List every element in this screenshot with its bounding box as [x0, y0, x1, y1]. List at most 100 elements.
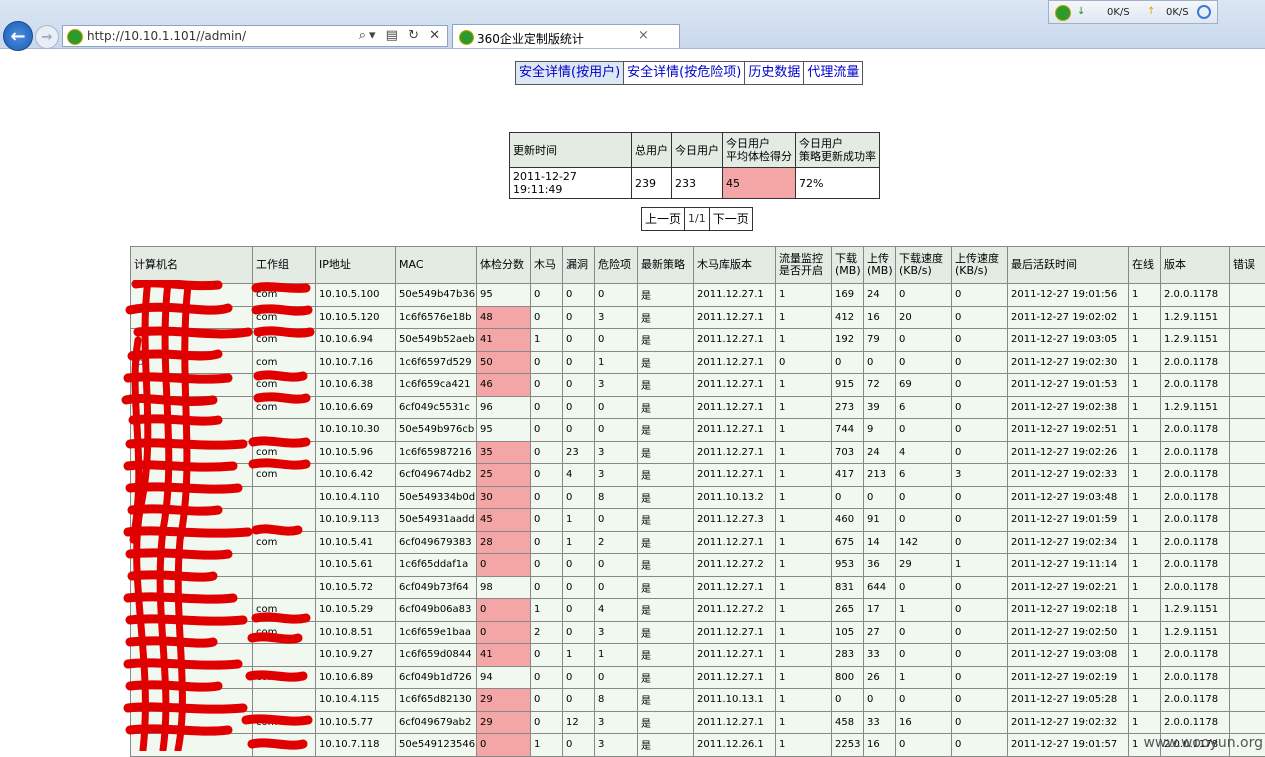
table-row[interactable]: com10.10.5.416cf04967938328012是2011.12.2… — [131, 531, 1265, 554]
table-cell: 25 — [477, 464, 531, 487]
table-cell[interactable] — [131, 531, 253, 554]
table-cell: 0 — [952, 329, 1008, 352]
table-cell: 1 — [1129, 531, 1161, 554]
table-cell[interactable] — [131, 711, 253, 734]
table-cell: 1 — [1129, 284, 1161, 307]
table-cell: 是 — [638, 734, 694, 757]
network-speed-widget[interactable]: ↓ 0K/S ↑ 0K/S — [1048, 0, 1218, 24]
table-cell: 50 — [477, 351, 531, 374]
address-bar[interactable]: http://10.10.1.101//admin/ ⌕▾ ▤ ↻ ✕ — [62, 25, 448, 47]
table-row[interactable]: 10.10.9.271c6f659d084441011是2011.12.27.1… — [131, 644, 1265, 667]
table-row[interactable]: 10.10.4.1151c6f65d8213029008是2011.10.13.… — [131, 689, 1265, 712]
table-row[interactable]: com10.10.5.1201c6f6576e18b48003是2011.12.… — [131, 306, 1265, 329]
table-cell: 1 — [1129, 441, 1161, 464]
nav-proxy-traffic[interactable]: 代理流量 — [804, 62, 862, 84]
address-url[interactable]: http://10.10.1.101//admin/ — [87, 29, 246, 43]
table-row[interactable]: com10.10.6.426cf049674db225043是2011.12.2… — [131, 464, 1265, 487]
table-cell[interactable] — [131, 621, 253, 644]
table-cell[interactable] — [131, 486, 253, 509]
table-row[interactable]: com10.10.5.296cf049b06a830104是2011.12.27… — [131, 599, 1265, 622]
table-cell[interactable] — [131, 576, 253, 599]
table-cell: 1 — [896, 599, 952, 622]
table-cell: 是 — [638, 441, 694, 464]
table-row[interactable]: 10.10.5.726cf049b73f6498000是2011.12.27.1… — [131, 576, 1265, 599]
table-cell: 2.0.0.1178 — [1161, 531, 1230, 554]
table-cell: 0 — [952, 509, 1008, 532]
prev-page-button[interactable]: 上一页 — [642, 208, 685, 230]
table-cell: 0 — [952, 599, 1008, 622]
table-row[interactable]: forcom10.10.7.161c6f6597d52950001是2011.1… — [131, 351, 1265, 374]
table-cell[interactable] — [131, 306, 253, 329]
browser-tab[interactable]: 360企业定制版统计 × — [452, 24, 680, 48]
table-cell: 0 — [952, 531, 1008, 554]
table-row[interactable]: 10.10.4.11050e549334b0d30008是2011.10.13.… — [131, 486, 1265, 509]
table-cell: 3 — [595, 734, 638, 757]
table-row[interactable]: 10.10.5.611c6f65ddaf1a0000是2011.12.27.21… — [131, 554, 1265, 577]
next-page-button[interactable]: 下一页 — [710, 208, 752, 230]
table-cell[interactable] — [131, 441, 253, 464]
table-cell: 0 — [952, 284, 1008, 307]
table-cell: 0 — [531, 464, 563, 487]
table-row[interactable]: com10.10.6.696cf049c5531c96000是2011.12.2… — [131, 396, 1265, 419]
table-cell: 273 — [832, 396, 864, 419]
table-cell: 0 — [477, 599, 531, 622]
table-row[interactable]: com10.10.5.776cf049679ab2290123是2011.12.… — [131, 711, 1265, 734]
table-row[interactable]: com10.10.8.511c6f659e1baa0203是2011.12.27… — [131, 621, 1265, 644]
column-header: 版本 — [1161, 247, 1230, 284]
table-row[interactable]: com10.10.5.961c6f65987216350233是2011.12.… — [131, 441, 1265, 464]
table-row[interactable]: com10.10.5.10050e549b47b3695000是2011.12.… — [131, 284, 1265, 307]
nav-history[interactable]: 历史数据 — [745, 62, 804, 84]
table-row[interactable]: com10.10.6.896cf049b1d72694000是2011.12.2… — [131, 666, 1265, 689]
table-cell: 0 — [896, 644, 952, 667]
table-cell: 0 — [563, 734, 595, 757]
table-cell[interactable] — [131, 329, 253, 352]
tab-close-icon[interactable]: × — [638, 28, 649, 43]
table-cell[interactable] — [131, 689, 253, 712]
address-tools-icon[interactable]: ⌕▾ ▤ ↻ ✕ — [359, 28, 443, 43]
table-cell: 50e54931aadd — [396, 509, 477, 532]
table-cell: 2011.12.27.1 — [694, 621, 776, 644]
table-row[interactable]: com10.10.6.9450e549b52aeb41100是2011.12.2… — [131, 329, 1265, 352]
table-cell[interactable]: for — [131, 351, 253, 374]
table-cell[interactable] — [131, 644, 253, 667]
table-cell[interactable] — [131, 599, 253, 622]
column-header: 木马 — [531, 247, 563, 284]
table-cell[interactable] — [131, 464, 253, 487]
table-cell: 1 — [1129, 351, 1161, 374]
table-cell: 0 — [531, 554, 563, 577]
table-row[interactable]: 10.10.10.3050e549b976cb95000是2011.12.27.… — [131, 419, 1265, 442]
table-cell[interactable] — [131, 419, 253, 442]
table-cell[interactable] — [131, 509, 253, 532]
table-cell: 1.2.9.1151 — [1161, 306, 1230, 329]
table-cell: 1 — [776, 666, 832, 689]
table-cell[interactable] — [131, 374, 253, 397]
table-cell: 41 — [477, 644, 531, 667]
back-arrow-icon[interactable]: ← — [3, 21, 33, 51]
table-cell[interactable] — [131, 396, 253, 419]
forward-arrow-icon[interactable]: → — [35, 25, 59, 49]
nav-security-by-user[interactable]: 安全详情(按用户) — [516, 62, 624, 84]
table-cell: 2.0.0.1178 — [1161, 419, 1230, 442]
table-cell — [1230, 351, 1265, 374]
table-cell: 1c6f659e1baa — [396, 621, 477, 644]
table-cell: 16 — [864, 306, 896, 329]
table-row[interactable]: com10.10.6.381c6f659ca42146003是2011.12.2… — [131, 374, 1265, 397]
ie-logo-icon — [1197, 5, 1211, 19]
table-cell: 0 — [531, 531, 563, 554]
table-row[interactable]: com10.10.7.11850e5491235460103是2011.12.2… — [131, 734, 1265, 757]
table-cell — [1230, 374, 1265, 397]
table-cell[interactable] — [131, 666, 253, 689]
table-cell[interactable] — [131, 554, 253, 577]
table-cell: 2011-12-27 19:11:14 — [1008, 554, 1129, 577]
table-cell: 0 — [595, 329, 638, 352]
table-row[interactable]: 10.10.9.11350e54931aadd45010是2011.12.27.… — [131, 509, 1265, 532]
table-cell[interactable] — [131, 284, 253, 307]
table-cell: 24 — [864, 284, 896, 307]
table-cell: com — [253, 329, 316, 352]
nav-security-by-risk[interactable]: 安全详情(按危险项) — [624, 62, 745, 84]
table-cell: 703 — [832, 441, 864, 464]
table-cell[interactable] — [131, 734, 253, 757]
table-cell: 2.0.0.1178 — [1161, 486, 1230, 509]
table-cell: 2.0.0.1178 — [1161, 441, 1230, 464]
table-cell: 0 — [531, 396, 563, 419]
